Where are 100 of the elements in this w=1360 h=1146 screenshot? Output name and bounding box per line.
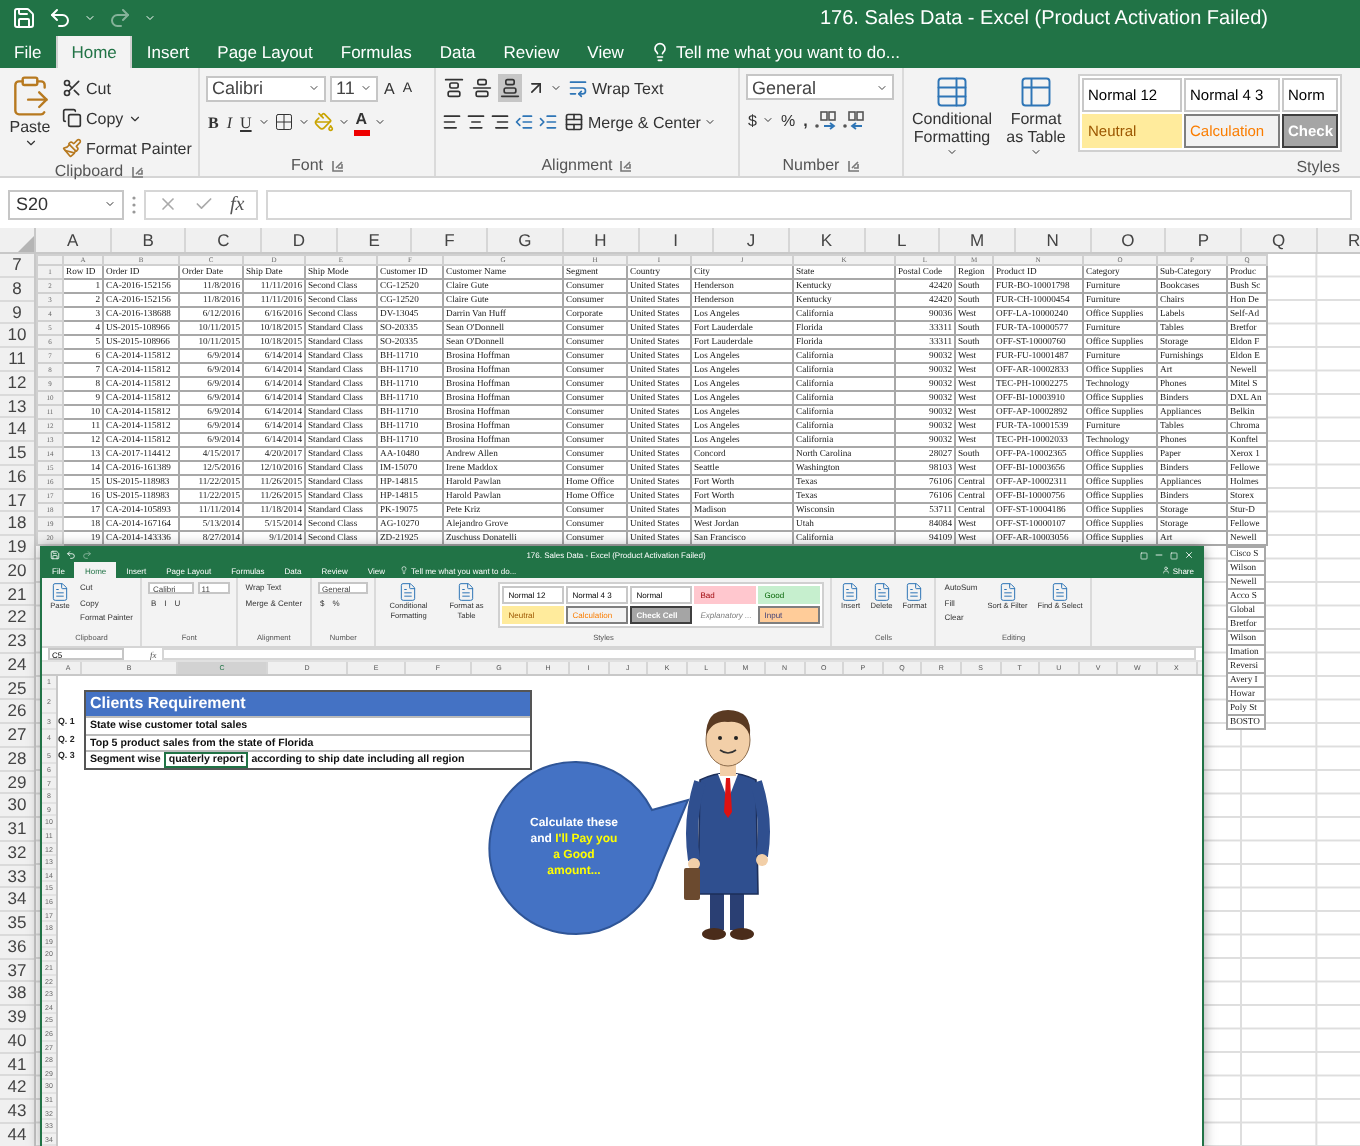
row-header[interactable]: 39 xyxy=(0,1006,34,1030)
column-header[interactable]: A xyxy=(36,228,112,252)
row-header[interactable]: 11 xyxy=(0,348,34,372)
row-header[interactable]: 35 xyxy=(0,912,34,936)
column-header[interactable]: R xyxy=(1317,228,1360,252)
row-header[interactable]: 19 xyxy=(0,536,34,560)
formula-input[interactable] xyxy=(162,648,1196,660)
orientation-icon[interactable] xyxy=(526,78,546,98)
undo-icon[interactable] xyxy=(66,550,76,560)
ribbon-tab[interactable]: Page Layout xyxy=(203,36,327,68)
maximize-icon[interactable] xyxy=(1169,551,1178,559)
enter-icon[interactable] xyxy=(194,194,214,214)
ribbon-tab[interactable]: Data xyxy=(425,36,490,68)
percent-button[interactable]: % xyxy=(778,106,798,134)
dialog-launcher-icon[interactable] xyxy=(620,159,633,171)
column-header[interactable]: I xyxy=(639,228,715,252)
align-right-icon[interactable] xyxy=(490,112,510,132)
align-left-icon[interactable] xyxy=(442,112,462,132)
row-header[interactable]: 12 xyxy=(0,371,34,395)
row-header[interactable]: 27 xyxy=(0,724,34,748)
row-header[interactable]: 15 xyxy=(0,442,34,466)
merge-center-button[interactable]: Merge & Center xyxy=(562,108,719,136)
increase-indent-icon[interactable] xyxy=(538,112,558,132)
row-header[interactable]: 25 xyxy=(0,677,34,701)
redo-icon[interactable] xyxy=(108,6,132,30)
fill-color-icon[interactable] xyxy=(313,112,334,132)
column-header[interactable]: N xyxy=(1015,228,1092,252)
ribbon-tab[interactable]: Insert xyxy=(132,36,204,68)
column-header[interactable]: J xyxy=(714,228,790,252)
align-bottom-button[interactable] xyxy=(498,74,522,102)
grow-font-button[interactable]: A xyxy=(382,74,397,102)
row-header[interactable]: 18 xyxy=(0,512,34,536)
font-size-field[interactable]: 11 xyxy=(330,75,378,101)
ribbon-tab[interactable]: Formulas xyxy=(326,36,426,68)
row-header[interactable]: 26 xyxy=(0,700,34,724)
ribbon-tab[interactable]: File xyxy=(0,36,56,68)
cancel-icon[interactable] xyxy=(158,194,178,214)
column-header[interactable]: F xyxy=(412,228,489,252)
column-header[interactable]: K xyxy=(789,228,866,252)
row-header[interactable]: 30 xyxy=(0,794,34,818)
insert-function-button[interactable]: fx xyxy=(230,193,245,215)
ribbon-tab[interactable]: Review xyxy=(489,36,574,68)
save-icon[interactable] xyxy=(50,550,60,560)
column-header[interactable]: B xyxy=(111,228,187,252)
row-header[interactable]: 33 xyxy=(0,865,34,889)
row-header[interactable]: 34 xyxy=(0,888,34,912)
conditional-formatting-button[interactable]: Conditional Formatting xyxy=(910,74,994,158)
row-header[interactable]: 20 xyxy=(0,559,34,583)
column-header[interactable]: L xyxy=(865,228,941,252)
align-top-button[interactable] xyxy=(442,74,466,102)
row-header[interactable]: 41 xyxy=(0,1053,34,1077)
column-header[interactable]: P xyxy=(1166,228,1242,252)
dialog-launcher-icon[interactable] xyxy=(847,159,860,171)
font-color-button[interactable]: A xyxy=(353,109,370,135)
copy-button[interactable]: Copy xyxy=(60,104,194,132)
row-header[interactable]: 24 xyxy=(0,653,34,677)
row-header[interactable]: 7 xyxy=(0,254,34,278)
row-header[interactable]: 17 xyxy=(0,489,34,513)
formula-input[interactable] xyxy=(266,189,1352,219)
italic-button[interactable]: I xyxy=(224,108,235,136)
dialog-launcher-icon[interactable] xyxy=(331,159,343,171)
decrease-indent-icon[interactable] xyxy=(514,112,534,132)
row-header[interactable]: 42 xyxy=(0,1076,34,1100)
minimize-icon[interactable] xyxy=(1153,550,1164,560)
save-icon[interactable] xyxy=(12,6,36,30)
underline-button[interactable]: U xyxy=(238,108,254,136)
wrap-text-button[interactable]: Wrap Text xyxy=(566,74,666,102)
row-header[interactable]: 31 xyxy=(0,818,34,842)
align-center-icon[interactable] xyxy=(466,112,486,132)
paste-button[interactable]: Paste xyxy=(6,74,54,150)
row-header[interactable]: 44 xyxy=(0,1123,34,1146)
font-name-field[interactable]: Calibri xyxy=(206,75,326,101)
name-box[interactable]: S20 xyxy=(8,189,124,219)
row-header[interactable]: 14 xyxy=(0,418,34,442)
row-header[interactable]: 29 xyxy=(0,771,34,795)
number-format-field[interactable]: General xyxy=(746,74,894,100)
ribbon-tab[interactable]: Home xyxy=(55,36,133,68)
currency-button[interactable]: $ xyxy=(746,106,759,134)
row-header[interactable]: 16 xyxy=(0,465,34,489)
bold-button[interactable]: B xyxy=(206,108,221,136)
increase-decimal-icon[interactable] xyxy=(813,110,838,130)
column-header[interactable]: D xyxy=(262,228,338,252)
row-header[interactable]: 36 xyxy=(0,935,34,959)
row-header[interactable]: 10 xyxy=(0,324,34,348)
row-header[interactable]: 37 xyxy=(0,959,34,983)
column-header[interactable]: G xyxy=(488,228,564,252)
cut-button[interactable]: Cut xyxy=(60,74,194,102)
align-middle-button[interactable] xyxy=(470,74,494,102)
row-header[interactable]: 13 xyxy=(0,395,34,419)
row-header[interactable]: 22 xyxy=(0,606,34,630)
row-header[interactable]: 43 xyxy=(0,1100,34,1124)
column-header[interactable]: H xyxy=(563,228,639,252)
column-header[interactable]: M xyxy=(940,228,1016,252)
row-header[interactable]: 40 xyxy=(0,1029,34,1053)
dialog-launcher-icon[interactable] xyxy=(131,165,144,177)
row-header[interactable]: 23 xyxy=(0,630,34,654)
row-header[interactable]: 9 xyxy=(0,301,34,325)
format-painter-button[interactable]: Format Painter xyxy=(60,134,194,162)
row-header[interactable]: 32 xyxy=(0,841,34,865)
column-header[interactable]: O xyxy=(1091,228,1167,252)
